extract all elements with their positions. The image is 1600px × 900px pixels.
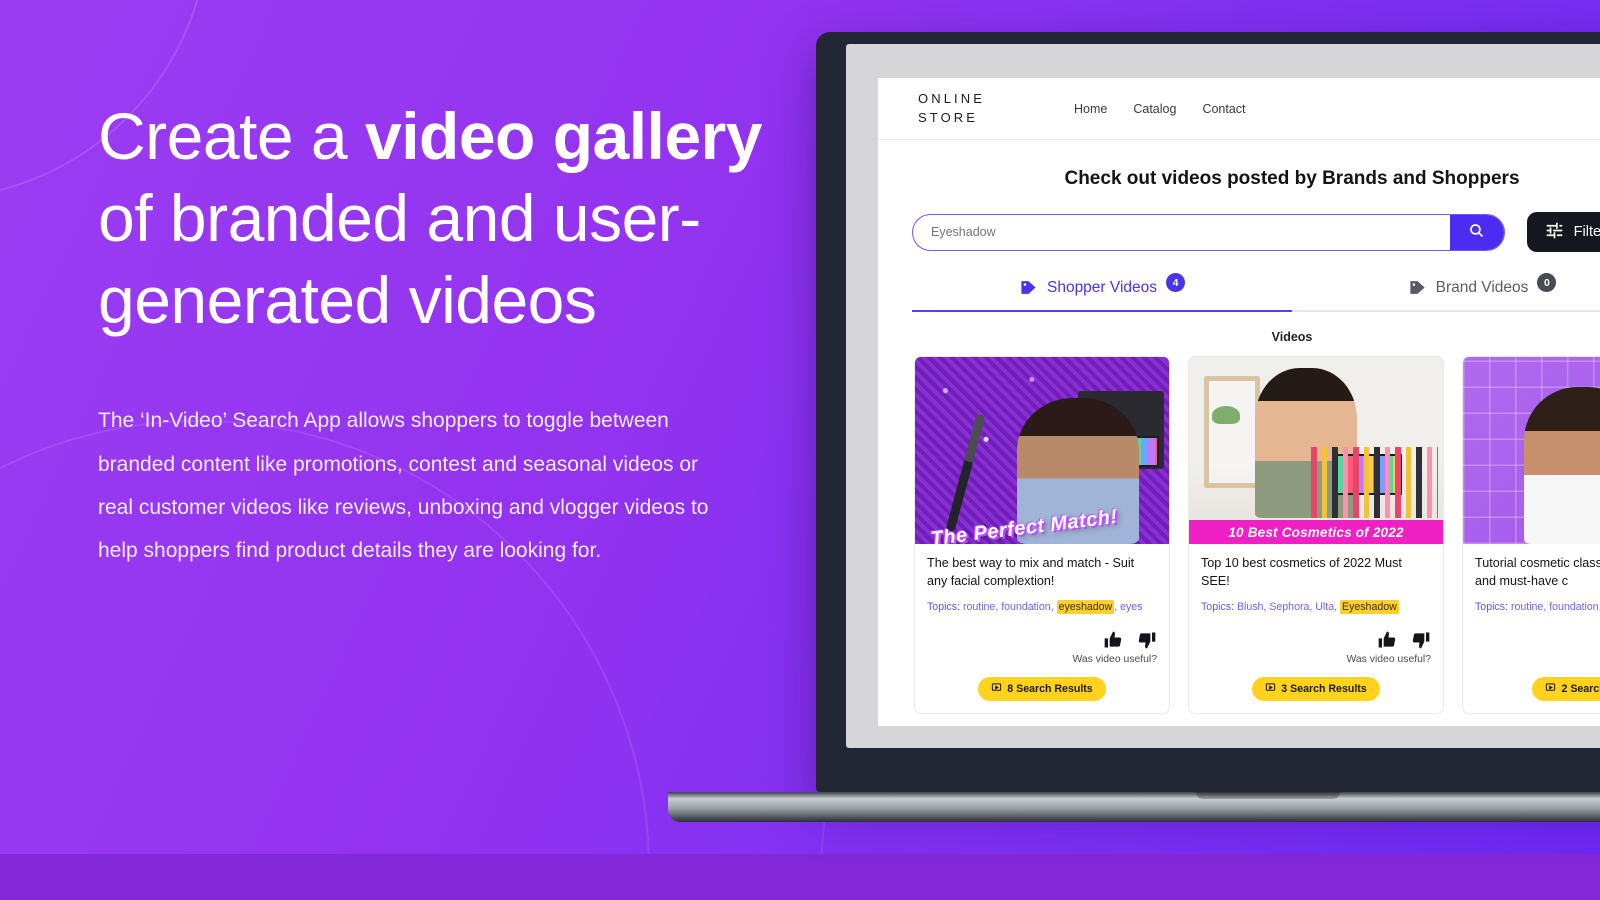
search-results-label: 3 Search Results <box>1281 682 1367 695</box>
video-feedback: Was video useful? <box>927 630 1157 665</box>
video-card-title: Top 10 best cosmetics of 2022 Must SEE! <box>1201 556 1402 588</box>
headline-part-1: Create a <box>98 99 365 173</box>
video-card-body: Tutorial cosmetic class 101 Tips, Tricks… <box>1463 544 1600 713</box>
topics-label: Topics: <box>927 600 960 613</box>
hero-description: The ‘In-Video’ Search App allows shopper… <box>98 409 709 562</box>
video-card-body: The best way to mix and match - Suit any… <box>915 544 1169 713</box>
thumbnail-shelf-prop <box>1204 375 1261 488</box>
video-card[interactable]: The Perfect Match! The best way to mix a… <box>914 356 1170 714</box>
video-thumbnail[interactable]: 10 Best Cosmetics of 2022 <box>1189 357 1443 544</box>
search-row: Filter Videos <box>912 212 1600 252</box>
page-title: Create a video gallery of branded and us… <box>98 96 798 341</box>
tab-shopper-videos-badge: 4 <box>1166 273 1186 292</box>
video-feedback: Was video useful? <box>1475 630 1600 665</box>
results-icon <box>1265 682 1276 696</box>
topics-pre: routine, foundation, <box>1510 600 1600 613</box>
video-thumbnail[interactable]: TU CO CLA CLIC <box>1463 357 1600 544</box>
thumbs-up-icon[interactable] <box>1377 630 1397 650</box>
topics-pre: routine, foundation, <box>962 600 1057 613</box>
brand-logo[interactable]: ONLINE STORE <box>918 90 1038 128</box>
topics-post: , eyes <box>1114 600 1143 613</box>
results-wrap: 3 Search Results <box>1201 665 1431 701</box>
thumbs-down-icon[interactable] <box>1137 630 1157 650</box>
tab-brand-videos-label: Brand Videos <box>1435 278 1529 296</box>
search-results-badge[interactable]: 3 Search Results <box>1252 676 1380 701</box>
topics-pre: Blush, Sephora, Ulta, <box>1236 600 1340 613</box>
topics-highlight: eyeshadow <box>1056 599 1115 614</box>
video-card[interactable]: 10 Best Cosmetics of 2022 Top 10 best co… <box>1188 356 1444 714</box>
headline-emphasis: video gallery <box>364 99 763 173</box>
thumbnail-cosmetics-prop <box>1310 446 1438 518</box>
video-card[interactable]: TU CO CLA CLIC Tutorial cosmetic class 1… <box>1462 356 1600 714</box>
results-wrap: 8 Search Results <box>927 665 1157 701</box>
video-card-topics: Topics: routine, foundation, eyeshadow, … <box>927 599 1157 616</box>
results-wrap: 2 Search Resu <box>1475 665 1600 701</box>
video-card-topics: Topics: Blush, Sephora, Ulta, Eyeshadow <box>1201 599 1431 616</box>
search-bar <box>912 213 1505 251</box>
thumbs-up-icon[interactable] <box>1103 630 1123 650</box>
video-card-topics: Topics: routine, foundation, eyesha <box>1475 600 1600 616</box>
thumbs-down-icon[interactable] <box>1411 630 1431 650</box>
video-gallery-section: Check out videos posted by Brands and Sh… <box>878 140 1600 714</box>
search-results-badge[interactable]: 2 Search Resu <box>1532 676 1600 701</box>
search-results-badge[interactable]: 8 Search Results <box>978 676 1106 701</box>
video-card-title: The best way to mix and match - Suit any… <box>927 556 1135 588</box>
topics-highlight: Eyeshadow <box>1340 599 1399 614</box>
video-card-title: Tutorial cosmetic class 101 Tips, Tricks… <box>1475 556 1600 588</box>
gallery-heading: Check out videos posted by Brands and Sh… <box>1064 168 1520 189</box>
video-card-body: Top 10 best cosmetics of 2022 Must SEE! … <box>1189 544 1443 713</box>
feedback-prompt: Was video useful? <box>1346 653 1431 665</box>
videos-section-label: Videos <box>1271 330 1313 344</box>
thumbnail-person <box>1523 386 1600 544</box>
tab-shopper-videos[interactable]: Shopper Videos 4 <box>912 273 1292 312</box>
thumbnail-overlay-text: 10 Best Cosmetics of 2022 <box>1189 520 1443 544</box>
headline-part-2: of branded and user-generated videos <box>98 180 701 337</box>
main-nav: Home Catalog Contact <box>1074 102 1246 116</box>
feedback-buttons <box>1377 630 1431 650</box>
laptop-mockup: ONLINE STORE Home Catalog Contact Check … <box>668 32 1600 832</box>
nav-link-catalog[interactable]: Catalog <box>1133 102 1176 116</box>
background-bottom-band <box>0 854 1600 900</box>
nav-link-contact[interactable]: Contact <box>1202 102 1245 116</box>
feedback-prompt: Was video useful? <box>1072 653 1157 665</box>
search-input[interactable] <box>913 214 1450 250</box>
search-submit-button[interactable] <box>1449 214 1504 250</box>
laptop-bezel: ONLINE STORE Home Catalog Contact Check … <box>816 32 1600 792</box>
video-feedback: Was video useful? <box>1201 630 1431 665</box>
results-icon <box>1545 682 1556 696</box>
feedback-buttons <box>1103 630 1157 650</box>
sliders-icon <box>1545 221 1564 244</box>
thumbnail-brush-prop <box>945 413 986 532</box>
browser-viewport: ONLINE STORE Home Catalog Contact Check … <box>878 78 1600 726</box>
nav-link-home[interactable]: Home <box>1074 102 1107 116</box>
topics-label: Topics: <box>1201 600 1234 613</box>
search-results-label: 8 Search Results <box>1007 682 1093 695</box>
search-results-label: 2 Search Resu <box>1561 682 1600 695</box>
laptop-base <box>668 792 1600 822</box>
tab-brand-videos[interactable]: Brand Videos 0 <box>1292 273 1600 312</box>
video-tabs: Shopper Videos 4 Brand Videos 0 <box>912 273 1600 312</box>
filter-videos-label: Filter Videos <box>1573 224 1600 240</box>
tab-shopper-videos-label: Shopper Videos <box>1046 278 1158 296</box>
filter-videos-button[interactable]: Filter Videos <box>1526 212 1600 252</box>
site-header: ONLINE STORE Home Catalog Contact <box>878 78 1600 140</box>
tab-brand-videos-badge: 0 <box>1537 273 1557 292</box>
tag-icon <box>1019 278 1038 297</box>
topics-label: Topics: <box>1475 600 1508 613</box>
laptop-screen: ONLINE STORE Home Catalog Contact Check … <box>846 44 1600 748</box>
thumbnail-plant-prop <box>1211 405 1240 425</box>
results-icon <box>991 682 1002 696</box>
tag-icon <box>1408 278 1427 297</box>
hero-copy: Create a video gallery of branded and us… <box>98 96 798 572</box>
video-card-list: The Perfect Match! The best way to mix a… <box>912 356 1600 714</box>
search-icon <box>1468 222 1485 242</box>
video-thumbnail[interactable]: The Perfect Match! <box>915 357 1169 544</box>
